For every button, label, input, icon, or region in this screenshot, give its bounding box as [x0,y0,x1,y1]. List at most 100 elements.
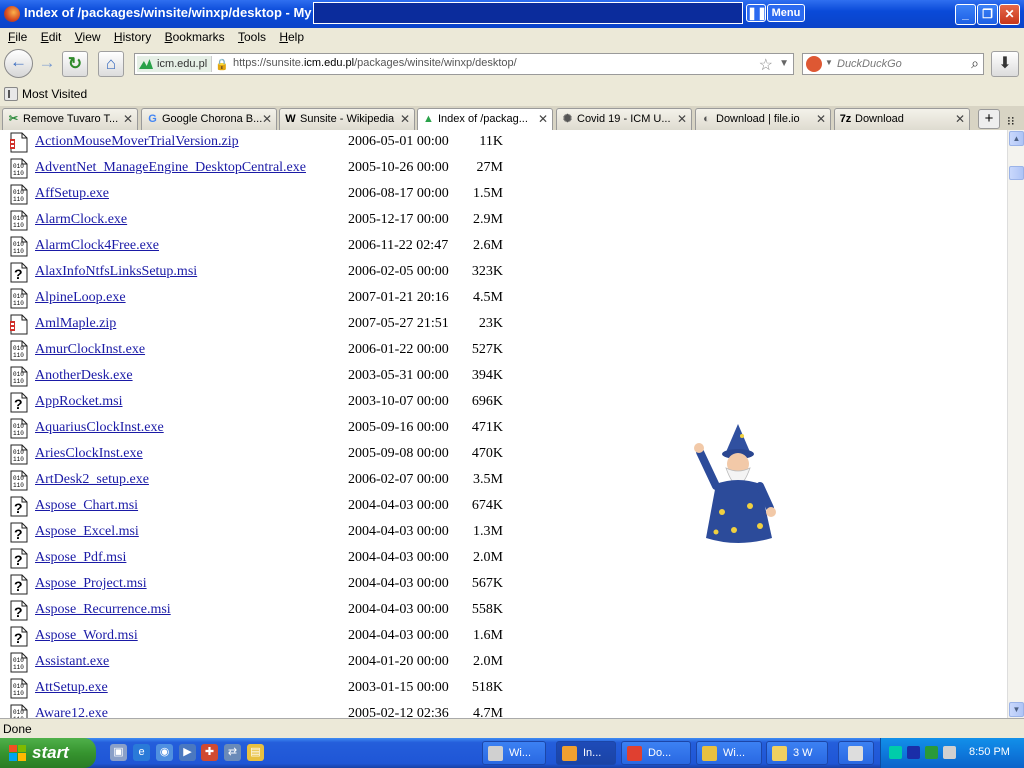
quicklaunch-network-icon[interactable]: ⇄ [224,744,241,761]
maximize-button[interactable]: ❐ [977,4,998,25]
most-visited-bookmark[interactable]: Most Visited [4,87,87,101]
close-button[interactable]: ✕ [999,4,1020,25]
tab-close-icon[interactable]: ✕ [538,112,548,126]
search-engine-dropdown-icon[interactable]: ▼ [825,58,833,67]
tab-close-icon[interactable]: ✕ [262,112,272,126]
file-link[interactable]: Aspose_Chart.msi [35,498,138,514]
file-link[interactable]: AttSetup.exe [35,680,108,696]
tab-list-icon[interactable]: ⁝⁝ [1007,114,1015,128]
file-link[interactable]: AlarmClock4Free.exe [35,238,159,254]
unknown-file-icon: ? [10,262,28,283]
menu-edit[interactable]: Edit [41,28,62,46]
file-link[interactable]: AlpineLoop.exe [35,290,126,306]
file-size: 23K [478,316,503,331]
firefox-icon [4,6,20,22]
tab-5[interactable]: ✺ Covid 19 - ICM U... ✕ [556,108,692,130]
taskbar-keyboard-button[interactable] [838,741,874,765]
file-link[interactable]: Aspose_Recurrence.msi [35,602,171,618]
taskbar-button-3[interactable]: Do... [621,741,691,765]
duckduckgo-icon[interactable] [806,56,822,72]
downloads-button[interactable]: ⬇ [991,51,1019,77]
menu-button[interactable]: Menu [767,4,805,22]
taskbar-button-2[interactable]: In... [556,741,616,765]
tray-security-icon[interactable] [925,746,938,759]
menu-tools[interactable]: Tools [238,28,266,46]
file-link[interactable]: AquariusClockInst.exe [35,420,164,436]
windows-flag-icon [9,745,26,761]
file-link[interactable]: AppRocket.msi [35,394,123,410]
quicklaunch-media-icon[interactable]: ▶ [179,744,196,761]
tray-network-icon[interactable] [943,746,956,759]
file-size: 470K [471,446,503,461]
quicklaunch-tool-icon[interactable]: ✚ [201,744,218,761]
file-link[interactable]: AmlMaple.zip [35,316,116,332]
file-link[interactable]: AnotherDesk.exe [35,368,133,384]
tab-7[interactable]: 7z Download ✕ [834,108,970,130]
taskbar-button-1[interactable]: Wi... [482,741,546,765]
menu-view[interactable]: View [75,28,101,46]
pause-button[interactable]: ❚❚ [746,4,767,22]
tab-2[interactable]: G Google Chorona B... ✕ [141,108,277,130]
file-row: ? Aspose_Pdf.msi 2004-04-03 00:00 2.0M [0,546,700,572]
tray-app-icon[interactable] [889,746,902,759]
file-link[interactable]: ArtDesk2_setup.exe [35,472,149,488]
quicklaunch-monitor-icon[interactable]: ▣ [110,744,127,761]
tab-close-icon[interactable]: ✕ [677,112,687,126]
taskbar-button-5[interactable]: 3 W [766,741,828,765]
forward-button[interactable]: → [34,51,60,77]
tab-close-icon[interactable]: ✕ [955,112,965,126]
tray-user-icon[interactable] [907,746,920,759]
tab-close-icon[interactable]: ✕ [123,112,133,126]
search-icon[interactable]: ⌕ [971,55,979,72]
tab-bar: ✂ Remove Tuvaro T... ✕ G Google Chorona B...… [0,106,1024,131]
file-row: 010 110 AriesClockInst.exe 2005-09-08 00:00… [0,442,700,468]
svg-text:110: 110 [13,352,24,359]
quicklaunch-chrome-icon[interactable]: ◉ [156,744,173,761]
address-bar[interactable]: icm.edu.pl 🔒 https://sunsite.icm.edu.pl/… [134,53,794,75]
vertical-scrollbar[interactable]: ▲ ▼ [1007,130,1024,718]
tab-3[interactable]: W Sunsite - Wikipedia ✕ [279,108,415,130]
file-link[interactable]: AlaxInfoNtfsLinksSetup.msi [35,264,197,280]
menu-history[interactable]: History [114,28,151,46]
url-dropdown-icon[interactable]: ▼ [779,58,789,69]
quicklaunch-ie-icon[interactable]: e [133,744,150,761]
new-tab-button[interactable]: + [978,109,1000,129]
scrollbar-thumb[interactable] [1009,166,1024,180]
tab-1[interactable]: ✂ Remove Tuvaro T... ✕ [2,108,138,130]
reload-button[interactable]: ↻ [62,51,88,77]
back-button[interactable]: ← [4,49,33,78]
unknown-file-icon: ? [10,522,28,543]
tab-close-icon[interactable]: ✕ [816,112,826,126]
file-link[interactable]: AdventNet_ManageEngine_DesktopCentral.ex… [35,160,306,176]
start-button[interactable]: start [0,738,96,768]
binary-file-icon: 010110 [10,236,28,257]
search-box[interactable]: ▼ DuckDuckGo ⌕ [802,53,984,75]
menu-file[interactable]: File [8,28,27,46]
scroll-up-icon[interactable]: ▲ [1009,131,1024,146]
home-button[interactable]: ⌂ [98,51,124,77]
file-size: 674K [471,498,503,513]
file-link[interactable]: AmurClockInst.exe [35,342,145,358]
scroll-down-icon[interactable]: ▼ [1009,702,1024,717]
menu-help[interactable]: Help [279,28,304,46]
minimize-button[interactable]: _ [955,4,976,25]
quicklaunch-folder-icon[interactable]: ▤ [247,744,264,761]
file-link[interactable]: Assistant.exe [35,654,109,670]
file-link[interactable]: AffSetup.exe [35,186,109,202]
file-link[interactable]: ActionMouseMoverTrialVersion.zip [35,134,239,150]
tab-4[interactable]: ▲ Index of /packag... ✕ [417,108,553,131]
file-link[interactable]: Aspose_Pdf.msi [35,550,126,566]
svg-text:110: 110 [13,664,24,671]
bookmark-star-icon[interactable]: ☆ [759,55,773,75]
tab-close-icon[interactable]: ✕ [400,112,410,126]
tab-6[interactable]: ◐ Download | file.io ✕ [695,108,831,130]
file-link[interactable]: Aware12.exe [35,706,108,718]
file-link[interactable]: Aspose_Excel.msi [35,524,139,540]
taskbar-button-4[interactable]: Wi... [696,741,762,765]
file-link[interactable]: Aspose_Word.msi [35,628,138,644]
menu-bookmarks[interactable]: Bookmarks [165,28,225,46]
site-identity-badge[interactable]: icm.edu.pl [137,56,213,72]
file-link[interactable]: Aspose_Project.msi [35,576,147,592]
file-link[interactable]: AlarmClock.exe [35,212,127,228]
file-link[interactable]: AriesClockInst.exe [35,446,143,462]
